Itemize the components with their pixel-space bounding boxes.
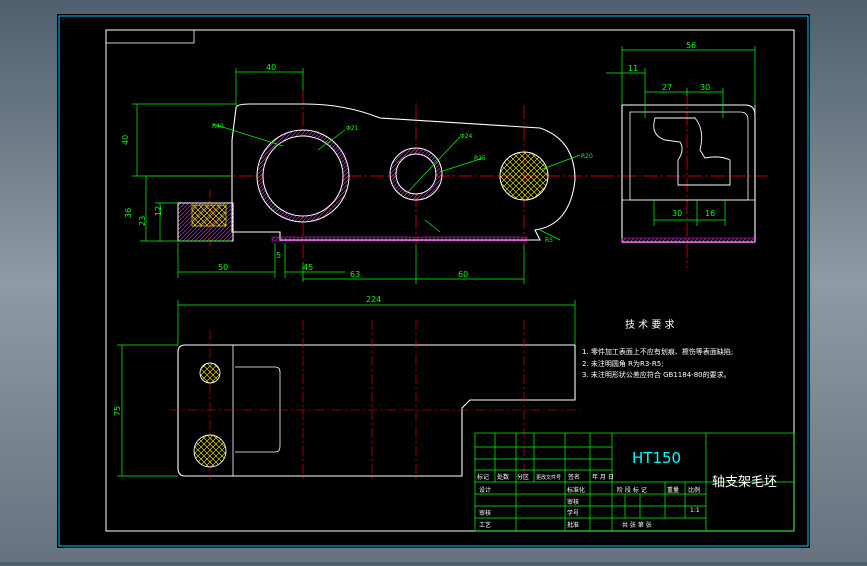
dim-r-mid: R25 [474, 155, 486, 162]
big-hole [262, 135, 344, 217]
tb-row-review: 审核 [479, 509, 491, 517]
note-line-3: 3. 未注明形状公差应符合 GB1184-80的要求。 [582, 370, 731, 379]
tb-col-weight: 重量 [667, 486, 679, 494]
tb-row-std: 标准化 [567, 486, 585, 494]
left-boss-hatch [191, 204, 227, 227]
tb-row-design: 设计 [479, 486, 491, 494]
note-line-1: 1. 零件加工表面上不应有划痕、擦伤等表面缺陷; [582, 347, 733, 356]
model-space [57, 14, 810, 548]
dim-phi-left: Φ21 [346, 125, 359, 132]
dim-bottom-63: 63 [350, 270, 360, 279]
cad-viewport[interactable]: 40 40 36 23 12 50 5 45 63 60 R40 Φ21 Φ24… [0, 0, 867, 562]
dim-side-30: 30 [700, 83, 710, 92]
dim-side-bottom-16: 16 [705, 209, 715, 218]
dim-r-big: R40 [212, 123, 224, 130]
dim-bottom-45: 45 [303, 263, 313, 272]
dim-phi-right: R5 [545, 237, 553, 244]
dim-height-12: 12 [154, 206, 163, 216]
dim-bottom-50: 50 [218, 263, 228, 272]
top-large-boss [193, 434, 227, 468]
dim-width-75: 75 [113, 406, 122, 416]
tb-header-3: 更改文件号 [536, 474, 561, 481]
mid-hole [395, 153, 437, 195]
tb-col-scale: 比例 [688, 486, 700, 494]
dim-bottom-60: 60 [458, 270, 468, 279]
dim-side-56: 56 [686, 41, 696, 50]
tb-col-stage: 阶 段 标 记 [617, 486, 647, 494]
dim-height-40: 40 [121, 135, 130, 145]
tb-row-approve: 批准 [567, 521, 579, 529]
tb-sheet-text: 共 张 第 张 [622, 521, 652, 529]
dim-height-36: 36 [124, 208, 133, 218]
tb-row-process: 工艺 [479, 521, 491, 529]
dim-bottom-5: 5 [276, 251, 281, 260]
tb-header-1: 处数 [497, 473, 509, 481]
tb-part-name: 轴支架毛坯 [712, 475, 777, 490]
tb-row-id: 学号 [567, 509, 579, 517]
dim-side-bottom-30: 30 [672, 209, 682, 218]
top-small-boss [199, 362, 221, 384]
dim-phi-mid: Φ24 [460, 133, 473, 140]
dim-height-23: 23 [138, 216, 147, 226]
tb-material: HT150 [632, 449, 681, 467]
base-hatch [271, 236, 528, 242]
drawing-canvas[interactable]: 40 40 36 23 12 50 5 45 63 60 R40 Φ21 Φ24… [0, 0, 867, 562]
side-base-hatch [621, 237, 756, 244]
dim-length-224: 224 [366, 295, 381, 304]
tb-scale-value: 1:1 [690, 507, 700, 514]
tb-row-check: 审核 [567, 498, 579, 506]
right-boss [499, 151, 549, 201]
notes-heading: 技 术 要 求 [625, 318, 675, 331]
dim-r-small: R20 [581, 153, 593, 160]
tb-header-5: 年 月 日 [592, 473, 614, 481]
dim-side-27: 27 [662, 83, 672, 92]
tb-header-2: 分区 [517, 473, 529, 481]
tb-header-0: 标记 [477, 473, 489, 481]
dim-side-11: 11 [628, 64, 638, 73]
tb-header-4: 签名 [568, 473, 580, 481]
note-line-2: 2. 未注明圆角 R为R3-R5; [582, 359, 664, 368]
dim-top-40: 40 [266, 63, 276, 72]
